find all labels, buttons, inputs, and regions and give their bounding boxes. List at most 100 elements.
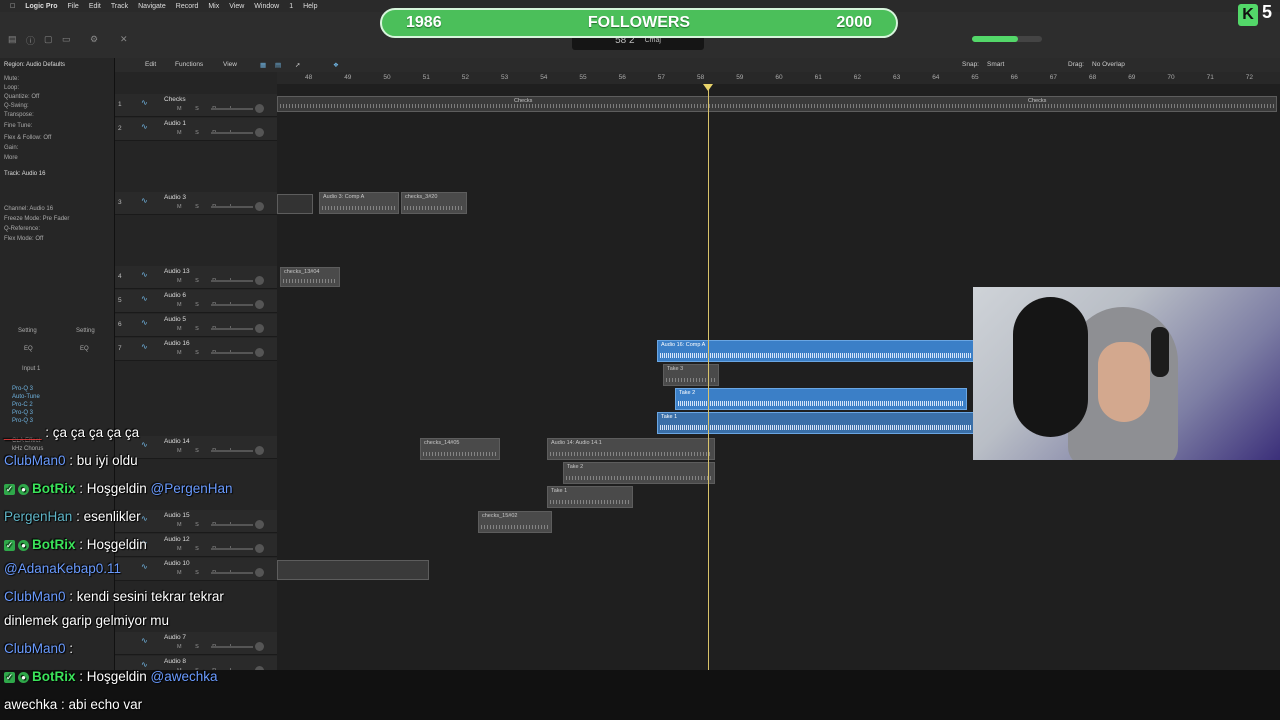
plugin-slot[interactable]: Auto-Tune (12, 394, 40, 400)
apple-icon[interactable]:  (10, 3, 15, 10)
region-audio3-pre[interactable] (277, 194, 313, 214)
setting-button[interactable]: Setting (18, 328, 37, 334)
volume-fader[interactable] (211, 280, 253, 282)
track-name[interactable]: Checks (164, 96, 186, 103)
track-name[interactable]: Audio 5 (164, 316, 186, 323)
region-audio14-take2[interactable]: Take 2 (563, 462, 715, 484)
region-audio14-take1[interactable]: Take 1 (547, 486, 633, 508)
chat-mention[interactable]: @PergenHan (151, 481, 233, 496)
volume-fader[interactable] (211, 304, 253, 306)
chat-username[interactable]: ClubMan0 (4, 453, 66, 468)
setting-button[interactable]: Setting (76, 328, 95, 334)
track-header[interactable]: 2 ∿ Audio 1M S R I (115, 118, 277, 141)
pan-knob[interactable] (255, 128, 264, 137)
volume-fader[interactable] (211, 328, 253, 330)
catch-icon[interactable]: ❖ (333, 61, 339, 69)
track-inspector-header[interactable]: Track: Audio 16 (4, 171, 45, 177)
chat-username[interactable]: PergenHan (4, 509, 72, 524)
track-name[interactable]: Audio 1 (164, 120, 186, 127)
functions-menu[interactable]: Functions (175, 61, 203, 68)
chat-username[interactable]: awechka (4, 697, 57, 712)
region-take3[interactable]: Take 3 (663, 364, 719, 386)
chat-text: : Hoşgeldin (75, 481, 151, 496)
eq-button[interactable]: EQ (80, 346, 89, 352)
eq-button[interactable]: EQ (24, 346, 33, 352)
drag-select[interactable]: No Overlap (1092, 61, 1125, 68)
pan-knob[interactable] (255, 276, 264, 285)
track-header[interactable]: 6 ∿ Audio 5M S R I (115, 314, 277, 337)
menu-navigate[interactable]: Navigate (138, 3, 166, 10)
region-audio16-comp[interactable]: Audio 16: Comp A (657, 340, 975, 362)
region-audio3-comp[interactable]: Audio 3: Comp A (319, 192, 399, 214)
input-button[interactable]: Input 1 (22, 366, 40, 372)
playhead[interactable] (708, 84, 709, 670)
region-checks[interactable]: Checks Checks (277, 96, 1277, 112)
menu-file[interactable]: File (68, 3, 79, 10)
menu-1[interactable]: 1 (289, 3, 293, 10)
region-audio3-b[interactable]: checks_3#20 (401, 192, 467, 214)
region-audio10[interactable] (277, 560, 429, 580)
list-icon[interactable]: ▤ (275, 61, 281, 69)
chat-mention[interactable]: @awechka (151, 669, 218, 684)
menu-mix[interactable]: Mix (208, 3, 219, 10)
app-name[interactable]: Logic Pro (25, 3, 57, 10)
chat-username[interactable]: ClubMan0 (4, 641, 66, 656)
pan-knob[interactable] (255, 202, 264, 211)
ruler-bar-number: 61 (814, 74, 822, 81)
volume-fader[interactable] (211, 206, 253, 208)
toolbar-icon[interactable]: ▭ (62, 34, 71, 45)
pan-knob[interactable] (255, 324, 264, 333)
snap-select[interactable]: Smart (987, 61, 1004, 68)
track-name[interactable]: Audio 13 (164, 268, 190, 275)
volume-fader[interactable] (211, 108, 253, 110)
editors-icon[interactable]: ✕ (120, 34, 128, 45)
track-name[interactable]: Audio 16 (164, 340, 190, 347)
region-audio13[interactable]: checks_13#04 (280, 267, 340, 287)
chat-username[interactable]: _____ (4, 425, 42, 440)
master-volume-slider[interactable] (972, 36, 1042, 42)
inspector-icon[interactable]: ⓘ (26, 34, 35, 47)
region-audio14-a[interactable]: checks_14#05 (420, 438, 500, 460)
help-icon[interactable]: ▢ (44, 34, 53, 45)
volume-fader[interactable] (211, 132, 253, 134)
chat-username[interactable]: @AdanaKebap0.11 (4, 561, 121, 576)
track-number: 2 (118, 125, 122, 132)
plugin-slot[interactable]: Pro-C 2 (12, 402, 33, 408)
region-audio14-comp[interactable]: Audio 14: Audio 14.1 (547, 438, 715, 460)
region-take1[interactable]: Take 1 (657, 412, 975, 434)
track-header[interactable]: 4 ∿ Audio 13 M S R I (115, 266, 277, 289)
plugin-slot[interactable]: Pro-Q 3 (12, 410, 33, 416)
chat-username[interactable]: ClubMan0 (4, 589, 66, 604)
kick-count: 5 (1262, 2, 1273, 22)
chat-username[interactable]: BotRix (32, 537, 76, 552)
track-name[interactable]: Audio 3 (164, 194, 186, 201)
region-inspector-header[interactable]: Region: Audio Defaults (4, 62, 65, 68)
pan-knob[interactable] (255, 300, 264, 309)
pointer-tool-icon[interactable]: ➚ (295, 61, 300, 69)
track-header[interactable]: 1 ∿ Checks M S R I (115, 94, 277, 117)
volume-fader[interactable] (211, 352, 253, 354)
menu-help[interactable]: Help (303, 3, 317, 10)
menu-edit[interactable]: Edit (89, 3, 101, 10)
track-name[interactable]: Audio 6 (164, 292, 186, 299)
playhead-marker[interactable] (703, 84, 713, 91)
pan-knob[interactable] (255, 104, 264, 113)
chat-username[interactable]: BotRix (32, 669, 76, 684)
view-menu[interactable]: View (223, 61, 237, 68)
plugin-slot[interactable]: Pro-Q 3 (12, 386, 33, 392)
region-audio15[interactable]: checks_15#02 (478, 511, 552, 533)
edit-menu[interactable]: Edit (145, 61, 156, 68)
library-icon[interactable]: ▤ (8, 34, 17, 45)
smart-controls-icon[interactable]: ⚙ (90, 34, 98, 45)
menu-view[interactable]: View (229, 3, 244, 10)
grid-icon[interactable]: ▦ (260, 61, 266, 69)
track-header[interactable]: 5 ∿ Audio 6M S R I (115, 290, 277, 313)
chat-username[interactable]: BotRix (32, 481, 76, 496)
menu-window[interactable]: Window (254, 3, 279, 10)
menu-record[interactable]: Record (176, 3, 199, 10)
track-header[interactable]: 7 ∿ Audio 16 M S R I (115, 338, 277, 361)
track-header[interactable]: 3 ∿ Audio 3M S R I (115, 192, 277, 215)
pan-knob[interactable] (255, 348, 264, 357)
region-take2[interactable]: Take 2 (675, 388, 967, 410)
menu-track[interactable]: Track (111, 3, 128, 10)
